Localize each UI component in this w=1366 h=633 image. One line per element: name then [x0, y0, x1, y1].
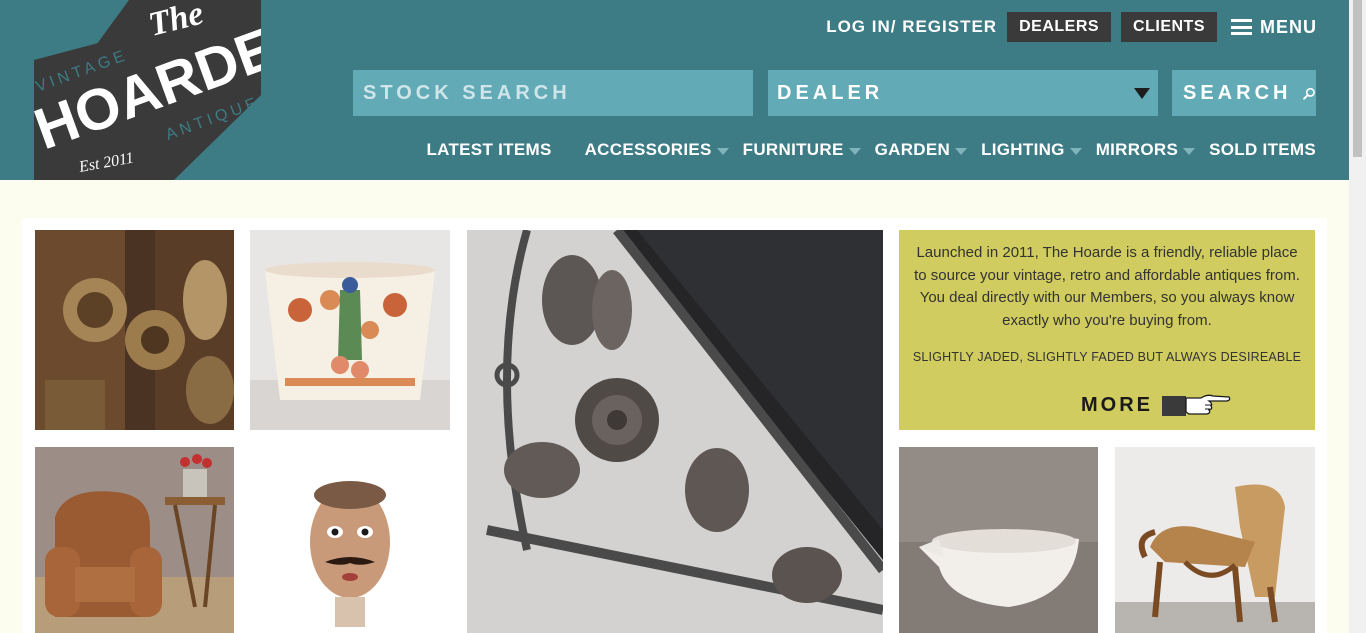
nav-label: ACCESSORIES [584, 140, 712, 159]
nav-lighting[interactable]: LIGHTING [981, 140, 1082, 160]
menu-button[interactable]: MENU [1231, 17, 1317, 38]
nav-label: GARDEN [874, 140, 951, 159]
product-image [899, 447, 1098, 633]
dropdown-caret-icon [1134, 88, 1150, 99]
product-image [35, 230, 234, 430]
search-bar: DEALER SEARCH [353, 70, 1316, 116]
product-tile-ceramic-bowl[interactable] [250, 230, 450, 430]
dropdown-caret-icon [848, 148, 861, 155]
pointing-hand-icon [1162, 394, 1231, 416]
stock-search-input[interactable] [353, 70, 753, 116]
product-tile-white-bowl[interactable] [899, 447, 1098, 633]
hamburger-icon [1231, 19, 1252, 35]
nav-sold-items[interactable]: SOLD ITEMS [1209, 140, 1316, 160]
nav-accessories[interactable]: ACCESSORIES [585, 140, 729, 160]
search-icon [1303, 87, 1316, 100]
nav-mirrors[interactable]: MIRRORS [1095, 140, 1196, 160]
scrollbar-thumb[interactable] [1353, 0, 1362, 157]
product-image [467, 230, 883, 633]
site-header: The HOARDE VINTAGE ANTIQUE Est 2011 LOG … [0, 0, 1349, 180]
menu-label: MENU [1260, 16, 1317, 37]
main-nav: LATEST ITEMS ACCESSORIES FURNITURE GARDE… [426, 138, 1316, 162]
nav-label: LIGHTING [981, 140, 1065, 159]
nav-label: SOLD ITEMS [1209, 140, 1316, 159]
search-button-label: SEARCH [1183, 82, 1292, 104]
page-scrollbar[interactable] [1349, 0, 1366, 633]
about-tagline: SLIGHTLY JADED, SLIGHTLY FADED BUT ALWAY… [912, 350, 1302, 364]
product-tile-iron-rose-mirror[interactable] [467, 230, 883, 633]
dealer-select-value: DEALER [777, 82, 884, 104]
product-image [1115, 447, 1315, 633]
nav-furniture[interactable]: FURNITURE [743, 140, 861, 160]
product-image [250, 230, 450, 430]
dropdown-caret-icon [1183, 148, 1196, 155]
top-links: LOG IN/ REGISTER DEALERS CLIENTS MENU [826, 12, 1317, 42]
nav-garden[interactable]: GARDEN [874, 140, 968, 160]
product-tile-puppet-head[interactable] [250, 447, 450, 633]
dropdown-caret-icon [716, 148, 729, 155]
nav-label: MIRRORS [1095, 140, 1179, 159]
product-image [35, 447, 234, 633]
dealer-select[interactable]: DEALER [768, 70, 1158, 116]
search-button[interactable]: SEARCH [1172, 70, 1316, 116]
dropdown-caret-icon [1069, 148, 1082, 155]
dealers-button[interactable]: DEALERS [1007, 12, 1112, 42]
product-image [250, 447, 450, 633]
nav-label: LATEST ITEMS [426, 140, 552, 159]
clients-button[interactable]: CLIENTS [1121, 12, 1217, 42]
nav-latest-items[interactable]: LATEST ITEMS [426, 140, 551, 160]
site-logo[interactable]: The HOARDE VINTAGE ANTIQUE Est 2011 [34, 0, 261, 180]
product-tile-bentwood-chair[interactable] [1115, 447, 1315, 633]
product-tile-leather-armchair[interactable] [35, 447, 234, 633]
product-tile-carved-wood[interactable] [35, 230, 234, 430]
nav-label: FURNITURE [742, 140, 844, 159]
more-link[interactable]: MORE [1081, 392, 1231, 418]
about-text: Launched in 2011, The Hoarde is a friend… [914, 244, 1300, 329]
dropdown-caret-icon [955, 148, 968, 155]
about-card: Launched in 2011, The Hoarde is a friend… [899, 230, 1315, 430]
login-register-link[interactable]: LOG IN/ REGISTER [826, 17, 997, 37]
more-label: MORE [1081, 393, 1153, 416]
